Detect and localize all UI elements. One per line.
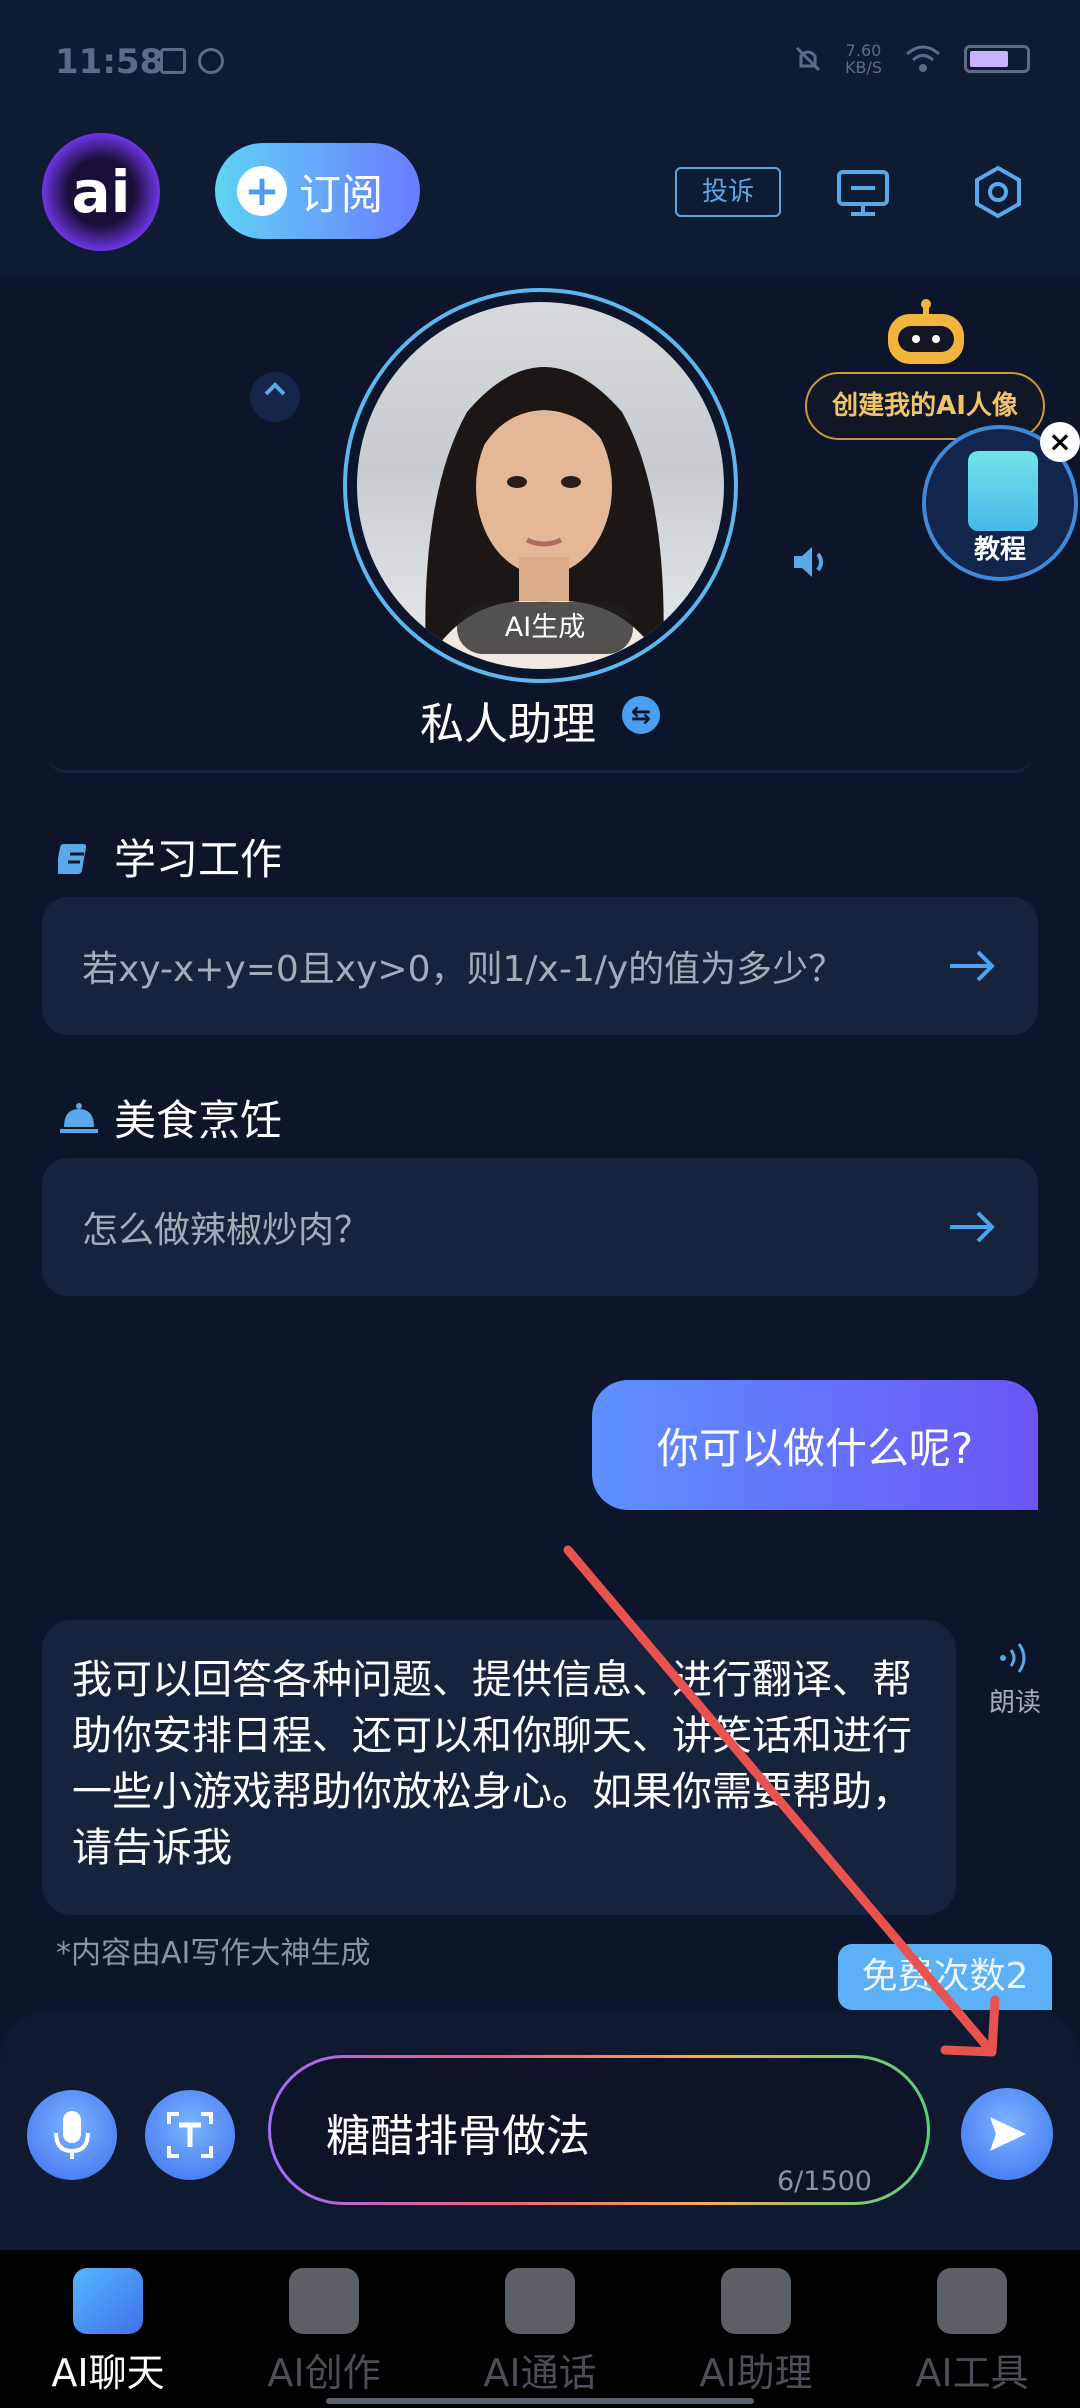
wrench-icon [937,2268,1007,2334]
nav-label: AI通话 [483,2351,597,2395]
webcam-icon [505,2268,575,2334]
annotation-arrow [563,1545,1000,2057]
nav-label: AI助理 [699,2351,813,2395]
nav-item-ai-assistant[interactable]: AI助理 [648,2250,864,2408]
bottom-navigation: AI聊天 AI创作 AI通话 AI助理 AI工具 [0,2250,1080,2408]
nav-item-ai-call[interactable]: AI通话 [432,2250,648,2408]
nav-label: AI创作 [267,2351,381,2395]
nav-label: AI聊天 [51,2351,165,2395]
nav-item-ai-tools[interactable]: AI工具 [864,2250,1080,2408]
nav-label: AI工具 [915,2351,1029,2395]
necktie-icon [721,2268,791,2334]
app-screen: 11:58 7.60 KB/S ai + 订阅 投诉 AI生成 私人助理 ⇆ 创… [0,0,1080,2408]
chat-icon [73,2268,143,2334]
nav-item-ai-create[interactable]: AI创作 [216,2250,432,2408]
home-indicator[interactable] [326,2398,754,2404]
pencil-icon [289,2268,359,2334]
nav-item-ai-chat[interactable]: AI聊天 [0,2250,216,2408]
